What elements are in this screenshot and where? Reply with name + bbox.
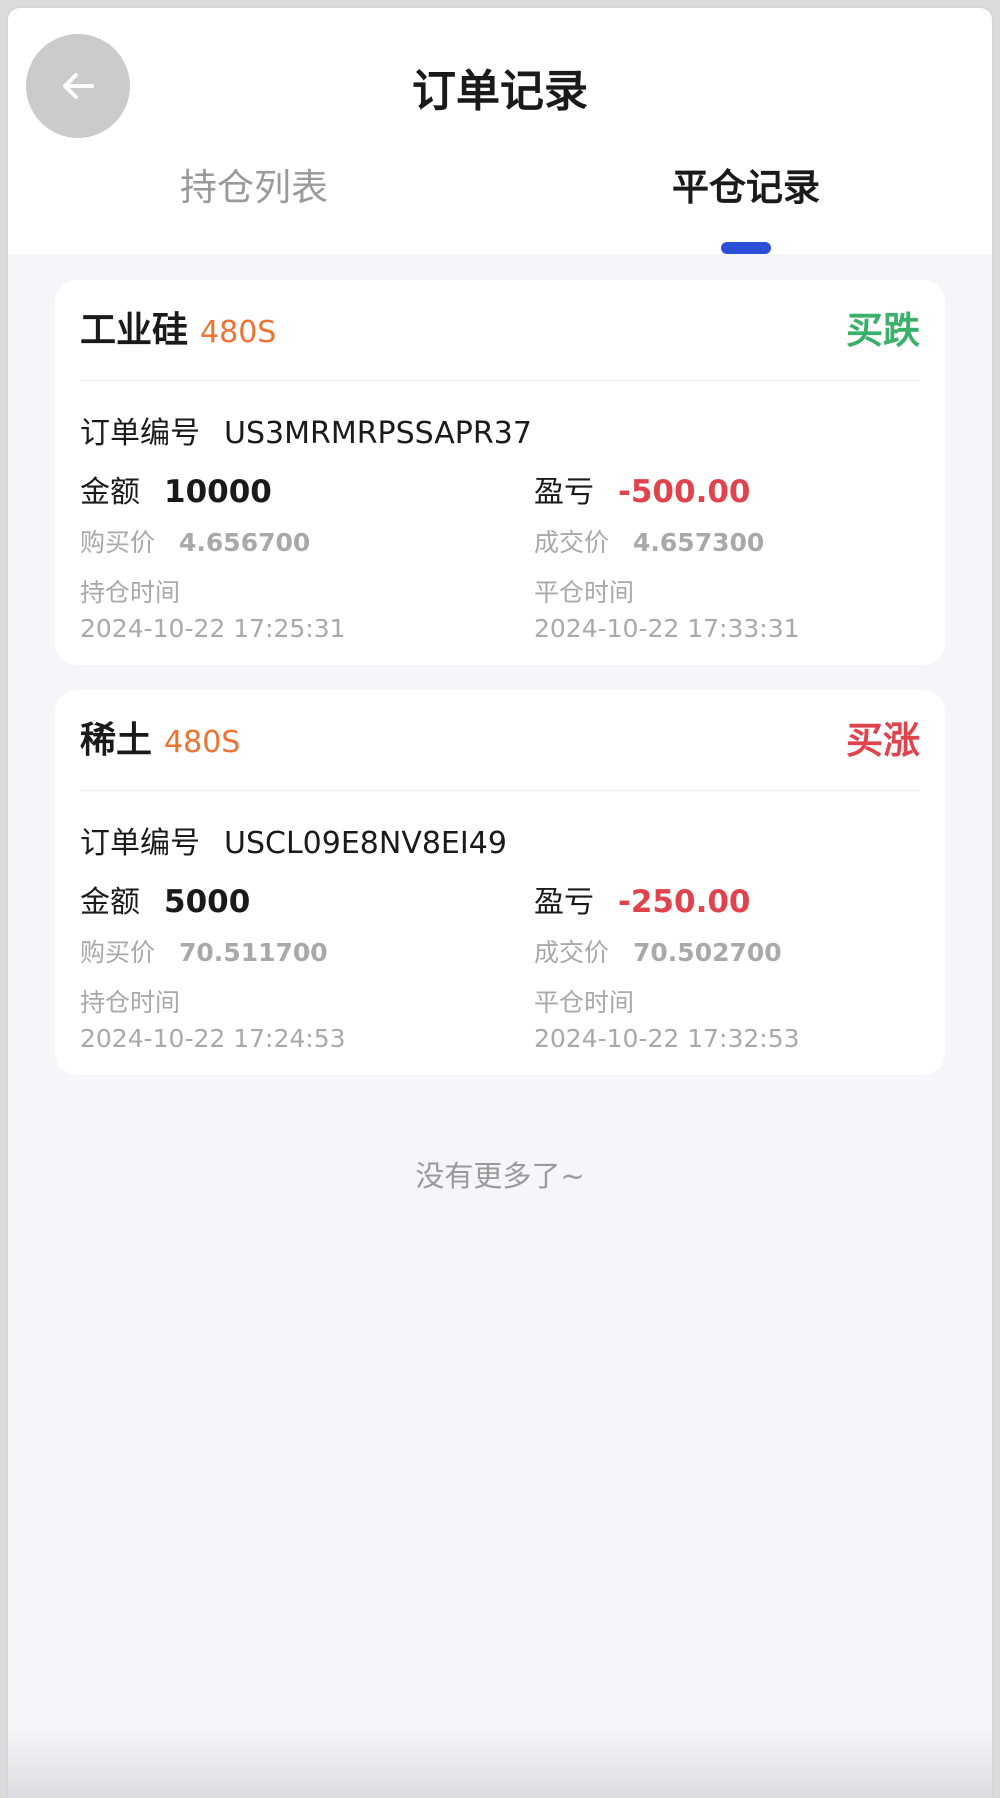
product-name-text: 工业硅 (80, 310, 189, 351)
pnl-label: 盈亏 (534, 885, 594, 920)
hold-time-label: 持仓时间 (80, 988, 181, 1017)
tab-closed-records[interactable]: 平仓记录 (646, 158, 846, 218)
order-card: 稀土 480S 买涨 订单编号 USCL09E8NV8EI49 金额 5000 盈亏 -… (55, 690, 945, 1075)
hold-time-label: 持仓时间 (80, 578, 181, 607)
close-time-value: 2024-10-22 17:33:31 (534, 614, 800, 643)
pnl-value: -500.00 (618, 474, 751, 510)
buy-price-row: 购买价 70.511700 (80, 936, 328, 970)
deal-price-value: 70.502700 (633, 938, 782, 967)
deal-price-label: 成交价 (534, 528, 610, 557)
pnl-label: 盈亏 (534, 475, 594, 510)
amount-label: 金额 (80, 885, 140, 920)
pnl-row: 盈亏 -500.00 (534, 472, 751, 513)
amount-label: 金额 (80, 475, 140, 510)
pnl-value: -250.00 (618, 884, 751, 920)
hold-time-value: 2024-10-22 17:25:31 (80, 614, 346, 643)
buy-price-label: 购买价 (80, 938, 156, 967)
amount-value: 10000 (164, 474, 272, 510)
order-number-label: 订单编号 (80, 826, 200, 861)
deal-price-label: 成交价 (534, 938, 610, 967)
amount-row: 金额 5000 (80, 882, 250, 923)
order-number-row: 订单编号 USCL09E8NV8EI49 (80, 824, 507, 864)
pnl-row: 盈亏 -250.00 (534, 882, 751, 923)
direction-badge: 买跌 (846, 309, 920, 352)
order-number-value: US3MRMRPSSAPR37 (224, 416, 532, 451)
tab-positions[interactable]: 持仓列表 (154, 158, 354, 218)
product-name: 稀土 480S (80, 718, 240, 766)
header: 订单记录 持仓列表 平仓记录 (8, 8, 992, 254)
buy-price-value: 4.656700 (179, 528, 311, 557)
page-title: 订单记录 (412, 66, 588, 117)
product-code: 480S (200, 315, 277, 350)
order-number-row: 订单编号 US3MRMRPSSAPR37 (80, 414, 532, 454)
product-name: 工业硅 480S (80, 308, 276, 356)
buy-price-label: 购买价 (80, 528, 156, 557)
amount-value: 5000 (164, 884, 251, 920)
order-number-label: 订单编号 (80, 416, 200, 451)
order-number-value: USCL09E8NV8EI49 (224, 826, 507, 861)
product-name-text: 稀土 (80, 720, 153, 761)
deal-price-row: 成交价 70.502700 (534, 936, 782, 970)
card-header: 稀土 480S 买涨 (80, 690, 920, 791)
close-time-label: 平仓时间 (534, 988, 635, 1017)
app-screen: 订单记录 持仓列表 平仓记录 工业硅 480S 买跌 订单编号 US3MRMRPSS… (8, 8, 992, 1798)
deal-price-value: 4.657300 (633, 528, 765, 557)
active-tab-indicator (721, 242, 771, 254)
amount-row: 金额 10000 (80, 472, 272, 513)
card-header: 工业硅 480S 买跌 (80, 280, 920, 381)
hold-time-value: 2024-10-22 17:24:53 (80, 1024, 346, 1053)
buy-price-value: 70.511700 (179, 938, 328, 967)
product-code: 480S (164, 725, 241, 760)
order-card: 工业硅 480S 买跌 订单编号 US3MRMRPSSAPR37 金额 10000 盈… (55, 280, 945, 665)
no-more-text: 没有更多了~ (415, 1159, 585, 1193)
close-time-value: 2024-10-22 17:32:53 (534, 1024, 800, 1053)
close-time-label: 平仓时间 (534, 578, 635, 607)
deal-price-row: 成交价 4.657300 (534, 526, 764, 560)
bottom-shadow (8, 1728, 992, 1798)
direction-badge: 买涨 (846, 719, 920, 762)
buy-price-row: 购买价 4.656700 (80, 526, 310, 560)
